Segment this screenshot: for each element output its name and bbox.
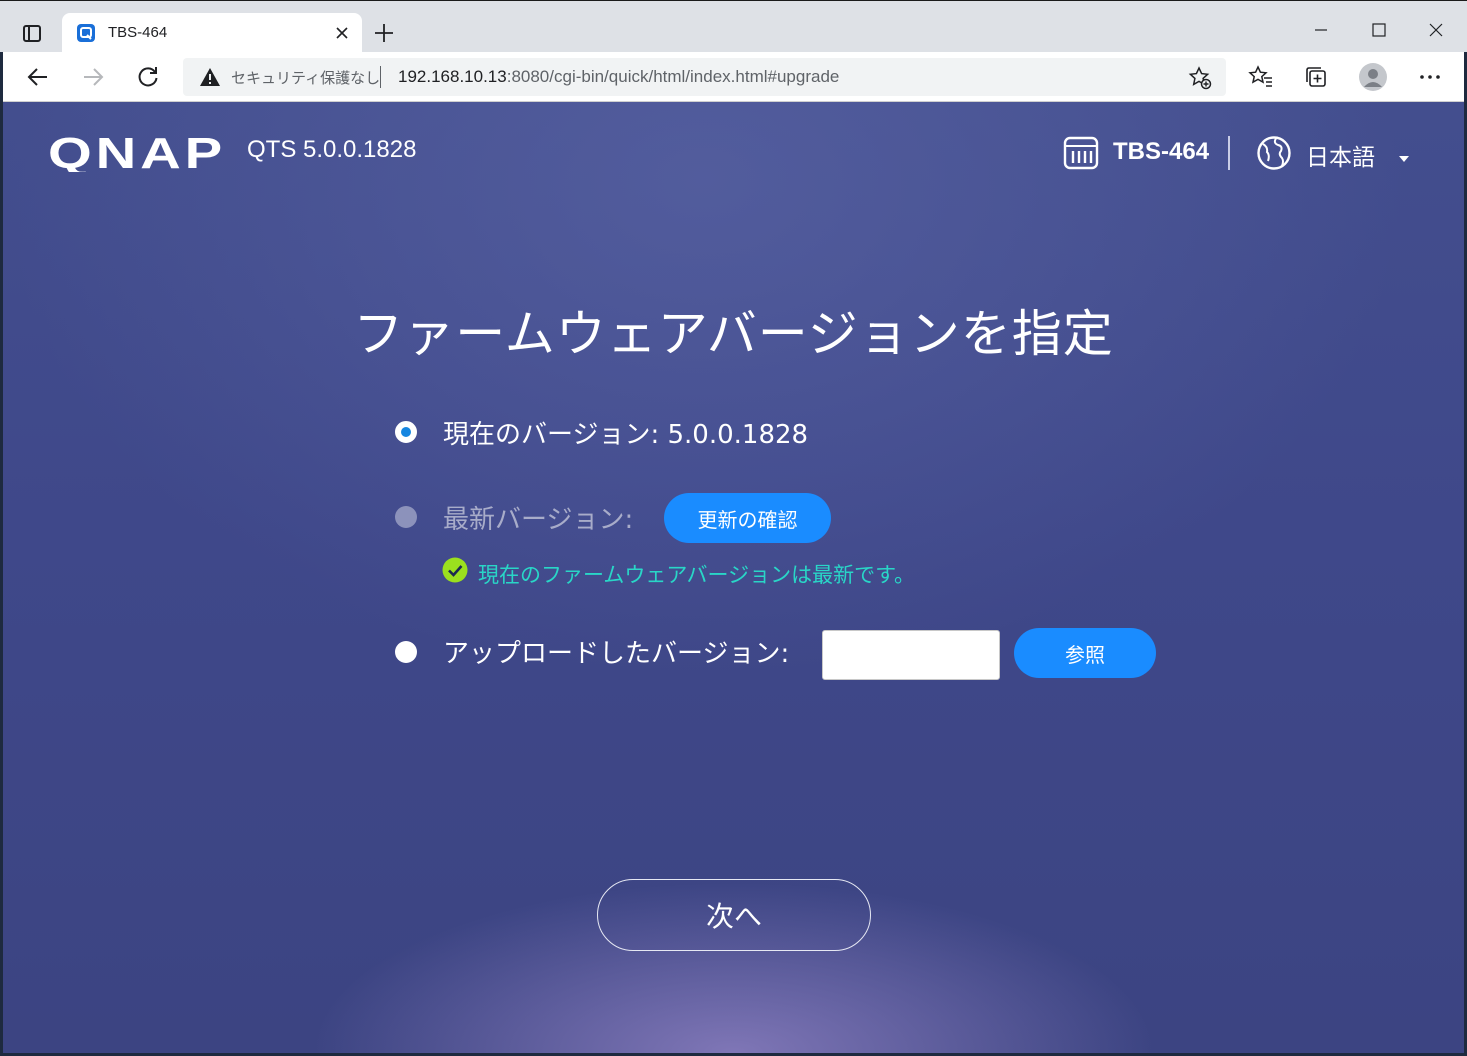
new-tab-icon[interactable] [372,21,396,45]
close-window-icon[interactable] [1421,15,1451,45]
add-favorite-icon[interactable] [1188,66,1212,90]
profile-avatar-icon[interactable] [1358,62,1388,92]
current-version-label: 現在のバージョン: 5.0.0.1828 [443,420,809,450]
current-version-radio[interactable] [395,421,417,443]
window-frame-left [0,52,3,1056]
browser-tab-bar: TBS-464 [0,0,1467,54]
page-title: ファームウェアバージョンを指定 [353,305,1114,363]
chevron-down-icon[interactable] [1398,148,1410,162]
favorites-icon[interactable] [1248,64,1274,90]
address-bar[interactable]: セキュリティ保護なし 192.168.10.13:8080/cgi-bin/qu… [183,58,1226,96]
qnap-logo: QNAP [48,129,228,178]
more-menu-icon[interactable] [1417,64,1443,90]
browse-button[interactable]: 参照 [1014,628,1156,678]
security-status[interactable]: セキュリティ保護なし [231,67,380,88]
forward-arrow-icon[interactable] [80,64,106,90]
tab-title: TBS-464 [108,24,168,41]
maximize-icon[interactable] [1364,15,1394,45]
warning-icon[interactable] [199,67,221,87]
uploaded-version-label: アップロードしたバージョン: [443,639,790,669]
browser-tab[interactable]: TBS-464 [62,13,362,54]
browser-toolbar: セキュリティ保護なし 192.168.10.13:8080/cgi-bin/qu… [0,52,1467,102]
globe-icon[interactable] [1256,135,1292,171]
check-circle-icon [442,557,468,583]
language-selector[interactable]: 日本語 [1306,138,1375,172]
uploaded-version-radio[interactable] [395,641,417,663]
latest-version-radio[interactable] [395,506,417,528]
nas-device-icon [1063,136,1099,170]
url-host: 192.168.10.13 [398,67,507,86]
url-text[interactable]: 192.168.10.13:8080/cgi-bin/quick/html/in… [398,67,839,87]
device-name: TBS-464 [1113,138,1210,165]
tab-actions-icon[interactable] [18,19,46,47]
address-separator [380,66,381,88]
qnap-logo-text: QNAP [48,136,226,172]
minimize-icon[interactable] [1306,15,1336,45]
back-arrow-icon[interactable] [25,64,51,90]
firmware-setup-page: QNAP QTS 5.0.0.1828 TBS-464 日本語 ファームウェアバ… [3,102,1464,1053]
latest-version-label: 最新バージョン: [443,505,634,535]
reload-icon[interactable] [135,64,161,90]
close-tab-icon[interactable] [334,25,350,41]
qnap-favicon-icon [76,23,96,43]
header-separator [1228,136,1230,170]
qts-version: QTS 5.0.0.1828 [247,136,417,163]
check-update-button[interactable]: 更新の確認 [664,493,831,543]
firmware-status-text: 現在のファームウェアバージョンは最新です。 [478,563,916,587]
collections-icon[interactable] [1303,64,1329,90]
firmware-file-field[interactable] [822,630,1000,680]
url-path: :8080/cgi-bin/quick/html/index.html#upgr… [506,67,840,86]
next-button[interactable]: 次へ [597,879,871,951]
